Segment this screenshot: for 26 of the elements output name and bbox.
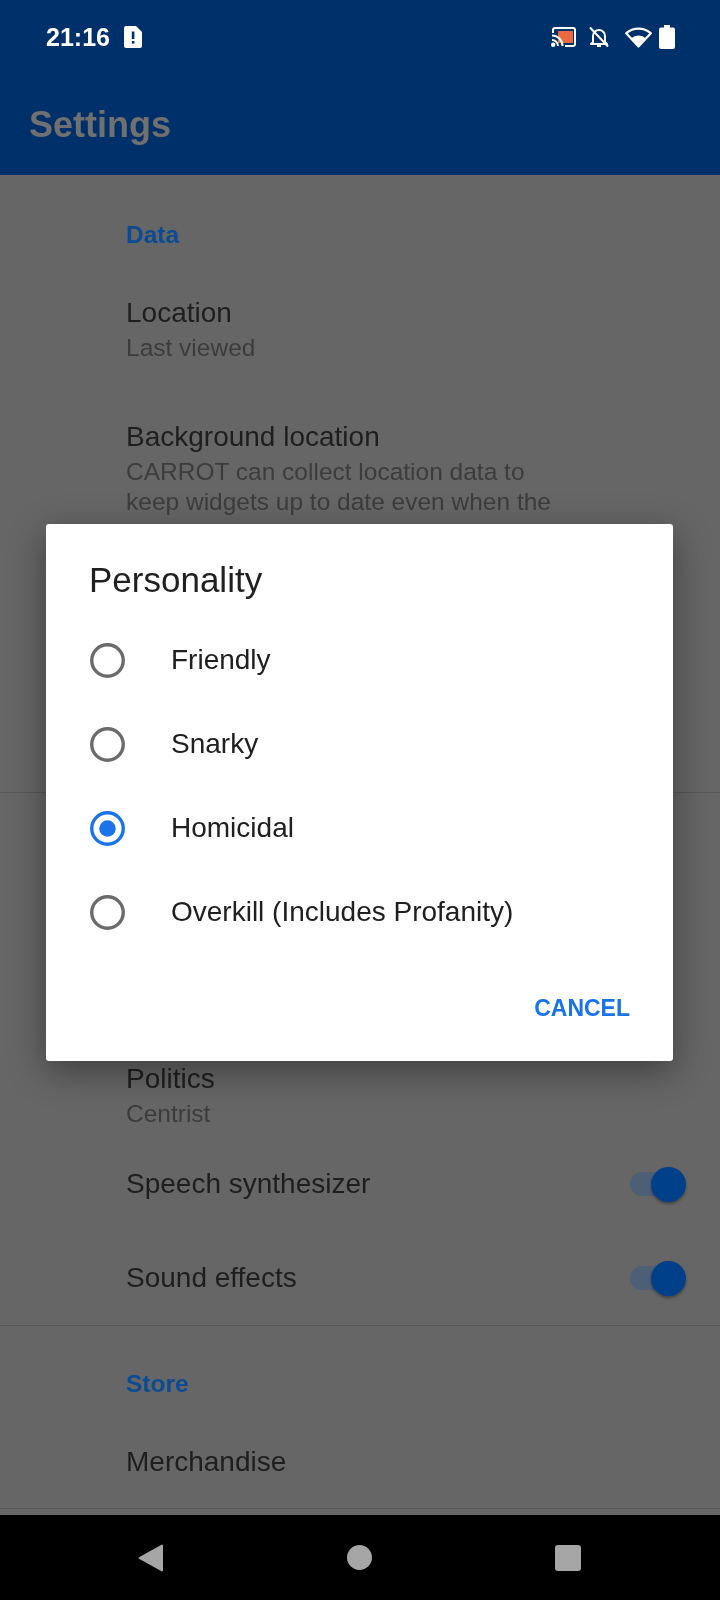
radio-option[interactable]: Friendly (46, 618, 673, 702)
radio-option[interactable]: Overkill (Includes Profanity) (46, 870, 673, 954)
setting-title: Sound effects (126, 1261, 297, 1295)
toggle-switch[interactable] (630, 1260, 686, 1296)
home-icon[interactable] (347, 1545, 372, 1570)
toggle-switch[interactable] (630, 1166, 686, 1202)
app-bar-title: Settings (29, 102, 171, 147)
setting-title: Politics (126, 1062, 215, 1096)
dialog-button[interactable]: CANCEL (520, 984, 644, 1032)
setting-title: Speech synthesizer (126, 1167, 371, 1201)
wifi-icon (625, 26, 652, 48)
status-time: 21:16 (46, 24, 110, 50)
setting-title: Background location (126, 420, 380, 454)
cast-icon (551, 27, 577, 47)
battery-icon (659, 25, 675, 49)
back-icon[interactable] (138, 1543, 163, 1572)
recents-icon[interactable] (555, 1544, 581, 1571)
bell-off-icon (588, 26, 610, 48)
section-header: Data (126, 220, 180, 250)
dialog-title: Personality (89, 559, 263, 601)
setting-title: Merchandise (126, 1445, 287, 1479)
setting-title: Location (126, 296, 232, 330)
section-header: Store (126, 1369, 189, 1399)
radio-option[interactable]: Homicidal (46, 786, 673, 870)
sim-alert-icon (123, 26, 142, 48)
radio-option[interactable]: Snarky (46, 702, 673, 786)
